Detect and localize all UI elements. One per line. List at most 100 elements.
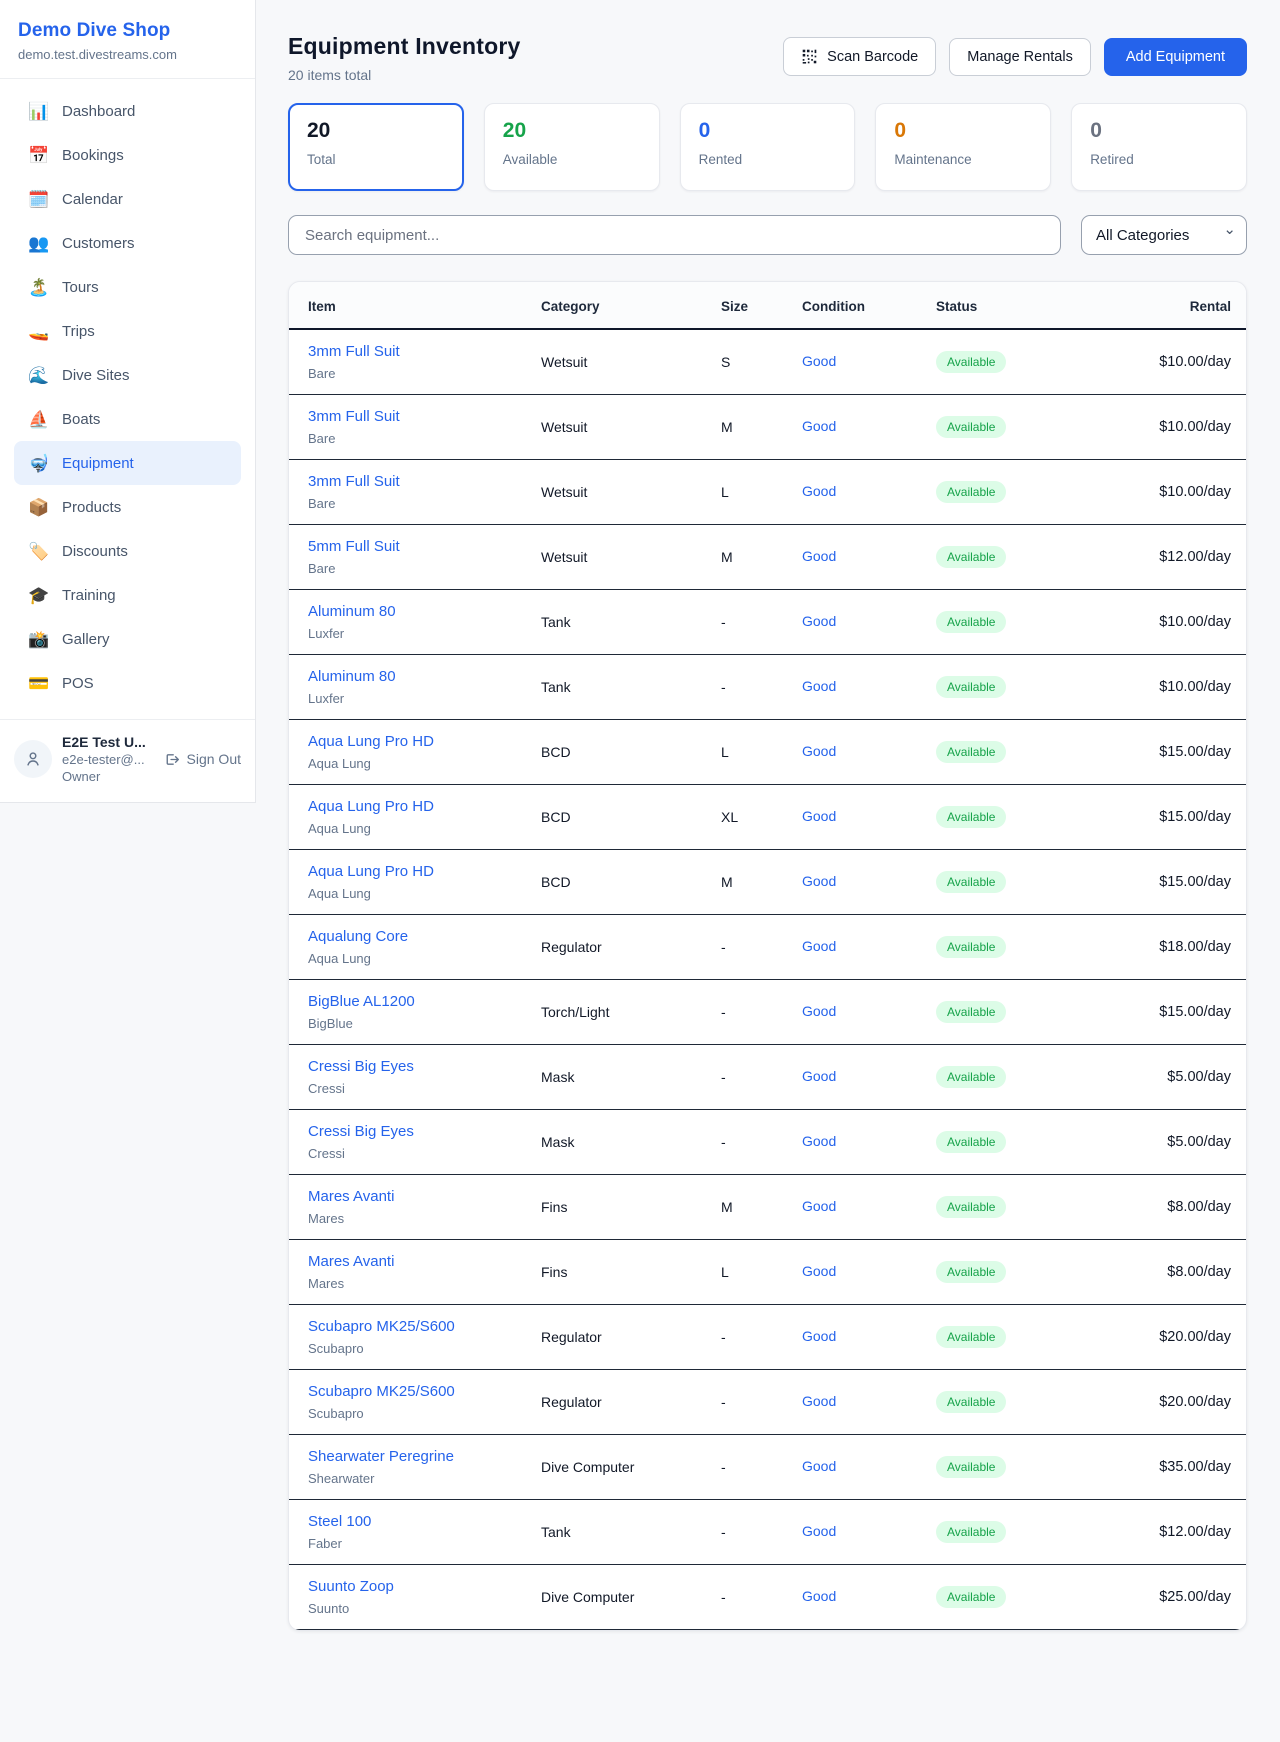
item-name-link[interactable]: Cressi Big Eyes bbox=[308, 1123, 414, 1140]
nav-item-label: Tours bbox=[62, 279, 99, 296]
stat-label: Maintenance bbox=[894, 152, 1032, 167]
item-size: - bbox=[721, 915, 802, 980]
item-name-link[interactable]: Aqua Lung Pro HD bbox=[308, 798, 434, 815]
dive-sites-wave-icon: 🌊 bbox=[28, 367, 50, 384]
item-condition-link[interactable]: Good bbox=[802, 1523, 836, 1539]
add-equipment-button[interactable]: Add Equipment bbox=[1104, 38, 1247, 76]
item-condition-link[interactable]: Good bbox=[802, 1393, 836, 1409]
sidebar-nav-item[interactable]: 📸 Gallery bbox=[14, 617, 241, 661]
equipment-row: 5mm Full Suit Bare Wetsuit M Good Availa… bbox=[289, 525, 1246, 590]
item-rental-rate: $10.00/day bbox=[1108, 460, 1246, 525]
sign-out-button[interactable]: Sign Out bbox=[163, 751, 241, 768]
item-name-link[interactable]: Suunto Zoop bbox=[308, 1578, 394, 1595]
item-name-link[interactable]: Mares Avanti bbox=[308, 1253, 394, 1270]
item-condition-link[interactable]: Good bbox=[802, 1003, 836, 1019]
table-header-row: Item Category Size Condition Status Rent… bbox=[289, 282, 1246, 329]
item-condition-link[interactable]: Good bbox=[802, 613, 836, 629]
brand-title[interactable]: Demo Dive Shop bbox=[18, 20, 237, 42]
item-name-link[interactable]: Aluminum 80 bbox=[308, 603, 396, 620]
item-name-link[interactable]: 3mm Full Suit bbox=[308, 408, 400, 425]
avatar bbox=[14, 740, 52, 778]
item-category: Wetsuit bbox=[541, 395, 721, 460]
item-condition-link[interactable]: Good bbox=[802, 743, 836, 759]
search-input[interactable] bbox=[288, 215, 1061, 255]
manage-rentals-button[interactable]: Manage Rentals bbox=[949, 38, 1091, 76]
item-condition-link[interactable]: Good bbox=[802, 1328, 836, 1344]
item-size: L bbox=[721, 1240, 802, 1305]
item-condition-link[interactable]: Good bbox=[802, 548, 836, 564]
item-name-link[interactable]: Aluminum 80 bbox=[308, 668, 396, 685]
status-badge: Available bbox=[936, 1261, 1006, 1283]
scan-barcode-button[interactable]: Scan Barcode bbox=[783, 37, 936, 76]
item-name-link[interactable]: 5mm Full Suit bbox=[308, 538, 400, 555]
sidebar-nav-item[interactable]: 🌊 Dive Sites bbox=[14, 353, 241, 397]
column-header-status: Status bbox=[936, 282, 1108, 329]
sidebar-nav-item[interactable]: 🗓️ Calendar bbox=[14, 177, 241, 221]
item-name-link[interactable]: Scubapro MK25/S600 bbox=[308, 1318, 455, 1335]
category-select[interactable]: All Categories bbox=[1081, 215, 1247, 255]
item-condition-link[interactable]: Good bbox=[802, 353, 836, 369]
sidebar-nav-item[interactable]: 📦 Products bbox=[14, 485, 241, 529]
item-name-link[interactable]: Aqua Lung Pro HD bbox=[308, 733, 434, 750]
stat-card[interactable]: 20 Available bbox=[484, 103, 660, 191]
item-rental-rate: $15.00/day bbox=[1108, 980, 1246, 1045]
item-condition-link[interactable]: Good bbox=[802, 483, 836, 499]
item-name-link[interactable]: Aqualung Core bbox=[308, 928, 408, 945]
item-name-link[interactable]: 3mm Full Suit bbox=[308, 343, 400, 360]
item-condition-link[interactable]: Good bbox=[802, 873, 836, 889]
item-name-link[interactable]: Shearwater Peregrine bbox=[308, 1448, 454, 1465]
stat-card[interactable]: 0 Rented bbox=[680, 103, 856, 191]
stat-card[interactable]: 0 Retired bbox=[1071, 103, 1247, 191]
sidebar-nav-item[interactable]: 🏷️ Discounts bbox=[14, 529, 241, 573]
sidebar-nav-item[interactable]: 📊 Dashboard bbox=[14, 89, 241, 133]
user-email: e2e-tester@... bbox=[62, 752, 153, 767]
sidebar-nav-item[interactable]: 💳 POS bbox=[14, 661, 241, 705]
item-category: Wetsuit bbox=[541, 329, 721, 395]
equipment-row: Steel 100 Faber Tank - Good Available $1… bbox=[289, 1500, 1246, 1565]
gallery-camera-icon: 📸 bbox=[28, 631, 50, 648]
sidebar-nav-item[interactable]: 📅 Bookings bbox=[14, 133, 241, 177]
item-condition-link[interactable]: Good bbox=[802, 1263, 836, 1279]
item-name-link[interactable]: BigBlue AL1200 bbox=[308, 993, 415, 1010]
item-name-link[interactable]: Mares Avanti bbox=[308, 1188, 394, 1205]
item-condition-link[interactable]: Good bbox=[802, 1588, 836, 1604]
item-name-link[interactable]: Scubapro MK25/S600 bbox=[308, 1383, 455, 1400]
item-condition-link[interactable]: Good bbox=[802, 938, 836, 954]
item-brand: Bare bbox=[308, 366, 525, 381]
status-badge: Available bbox=[936, 1521, 1006, 1543]
status-badge: Available bbox=[936, 1196, 1006, 1218]
equipment-row: Scubapro MK25/S600 Scubapro Regulator - … bbox=[289, 1370, 1246, 1435]
item-size: - bbox=[721, 1565, 802, 1630]
sidebar-nav-item[interactable]: 🏝️ Tours bbox=[14, 265, 241, 309]
item-name-link[interactable]: Aqua Lung Pro HD bbox=[308, 863, 434, 880]
sidebar-nav-item[interactable]: ⛵ Boats bbox=[14, 397, 241, 441]
stat-card[interactable]: 0 Maintenance bbox=[875, 103, 1051, 191]
sidebar-nav-item[interactable]: 🚤 Trips bbox=[14, 309, 241, 353]
item-name-link[interactable]: Steel 100 bbox=[308, 1513, 371, 1530]
item-condition-link[interactable]: Good bbox=[802, 1458, 836, 1474]
item-condition-link[interactable]: Good bbox=[802, 418, 836, 434]
item-condition-link[interactable]: Good bbox=[802, 1133, 836, 1149]
item-size: S bbox=[721, 329, 802, 395]
pos-credit-card-icon: 💳 bbox=[28, 675, 50, 692]
item-name-link[interactable]: Cressi Big Eyes bbox=[308, 1058, 414, 1075]
sidebar-nav-item[interactable]: 🤿 Equipment bbox=[14, 441, 241, 485]
sidebar-nav-item[interactable]: 👥 Customers bbox=[14, 221, 241, 265]
item-rental-rate: $10.00/day bbox=[1108, 590, 1246, 655]
status-badge: Available bbox=[936, 546, 1006, 568]
sidebar-nav-item[interactable]: 🎓 Training bbox=[14, 573, 241, 617]
nav-item-label: Trips bbox=[62, 323, 95, 340]
equipment-row: Aqua Lung Pro HD Aqua Lung BCD XL Good A… bbox=[289, 785, 1246, 850]
status-badge: Available bbox=[936, 1001, 1006, 1023]
item-condition-link[interactable]: Good bbox=[802, 678, 836, 694]
item-condition-link[interactable]: Good bbox=[802, 808, 836, 824]
status-badge: Available bbox=[936, 1066, 1006, 1088]
status-badge: Available bbox=[936, 351, 1006, 373]
stat-card[interactable]: 20 Total bbox=[288, 103, 464, 191]
item-condition-link[interactable]: Good bbox=[802, 1198, 836, 1214]
item-condition-link[interactable]: Good bbox=[802, 1068, 836, 1084]
item-brand: Bare bbox=[308, 561, 525, 576]
item-brand: Bare bbox=[308, 431, 525, 446]
item-name-link[interactable]: 3mm Full Suit bbox=[308, 473, 400, 490]
item-size: M bbox=[721, 850, 802, 915]
